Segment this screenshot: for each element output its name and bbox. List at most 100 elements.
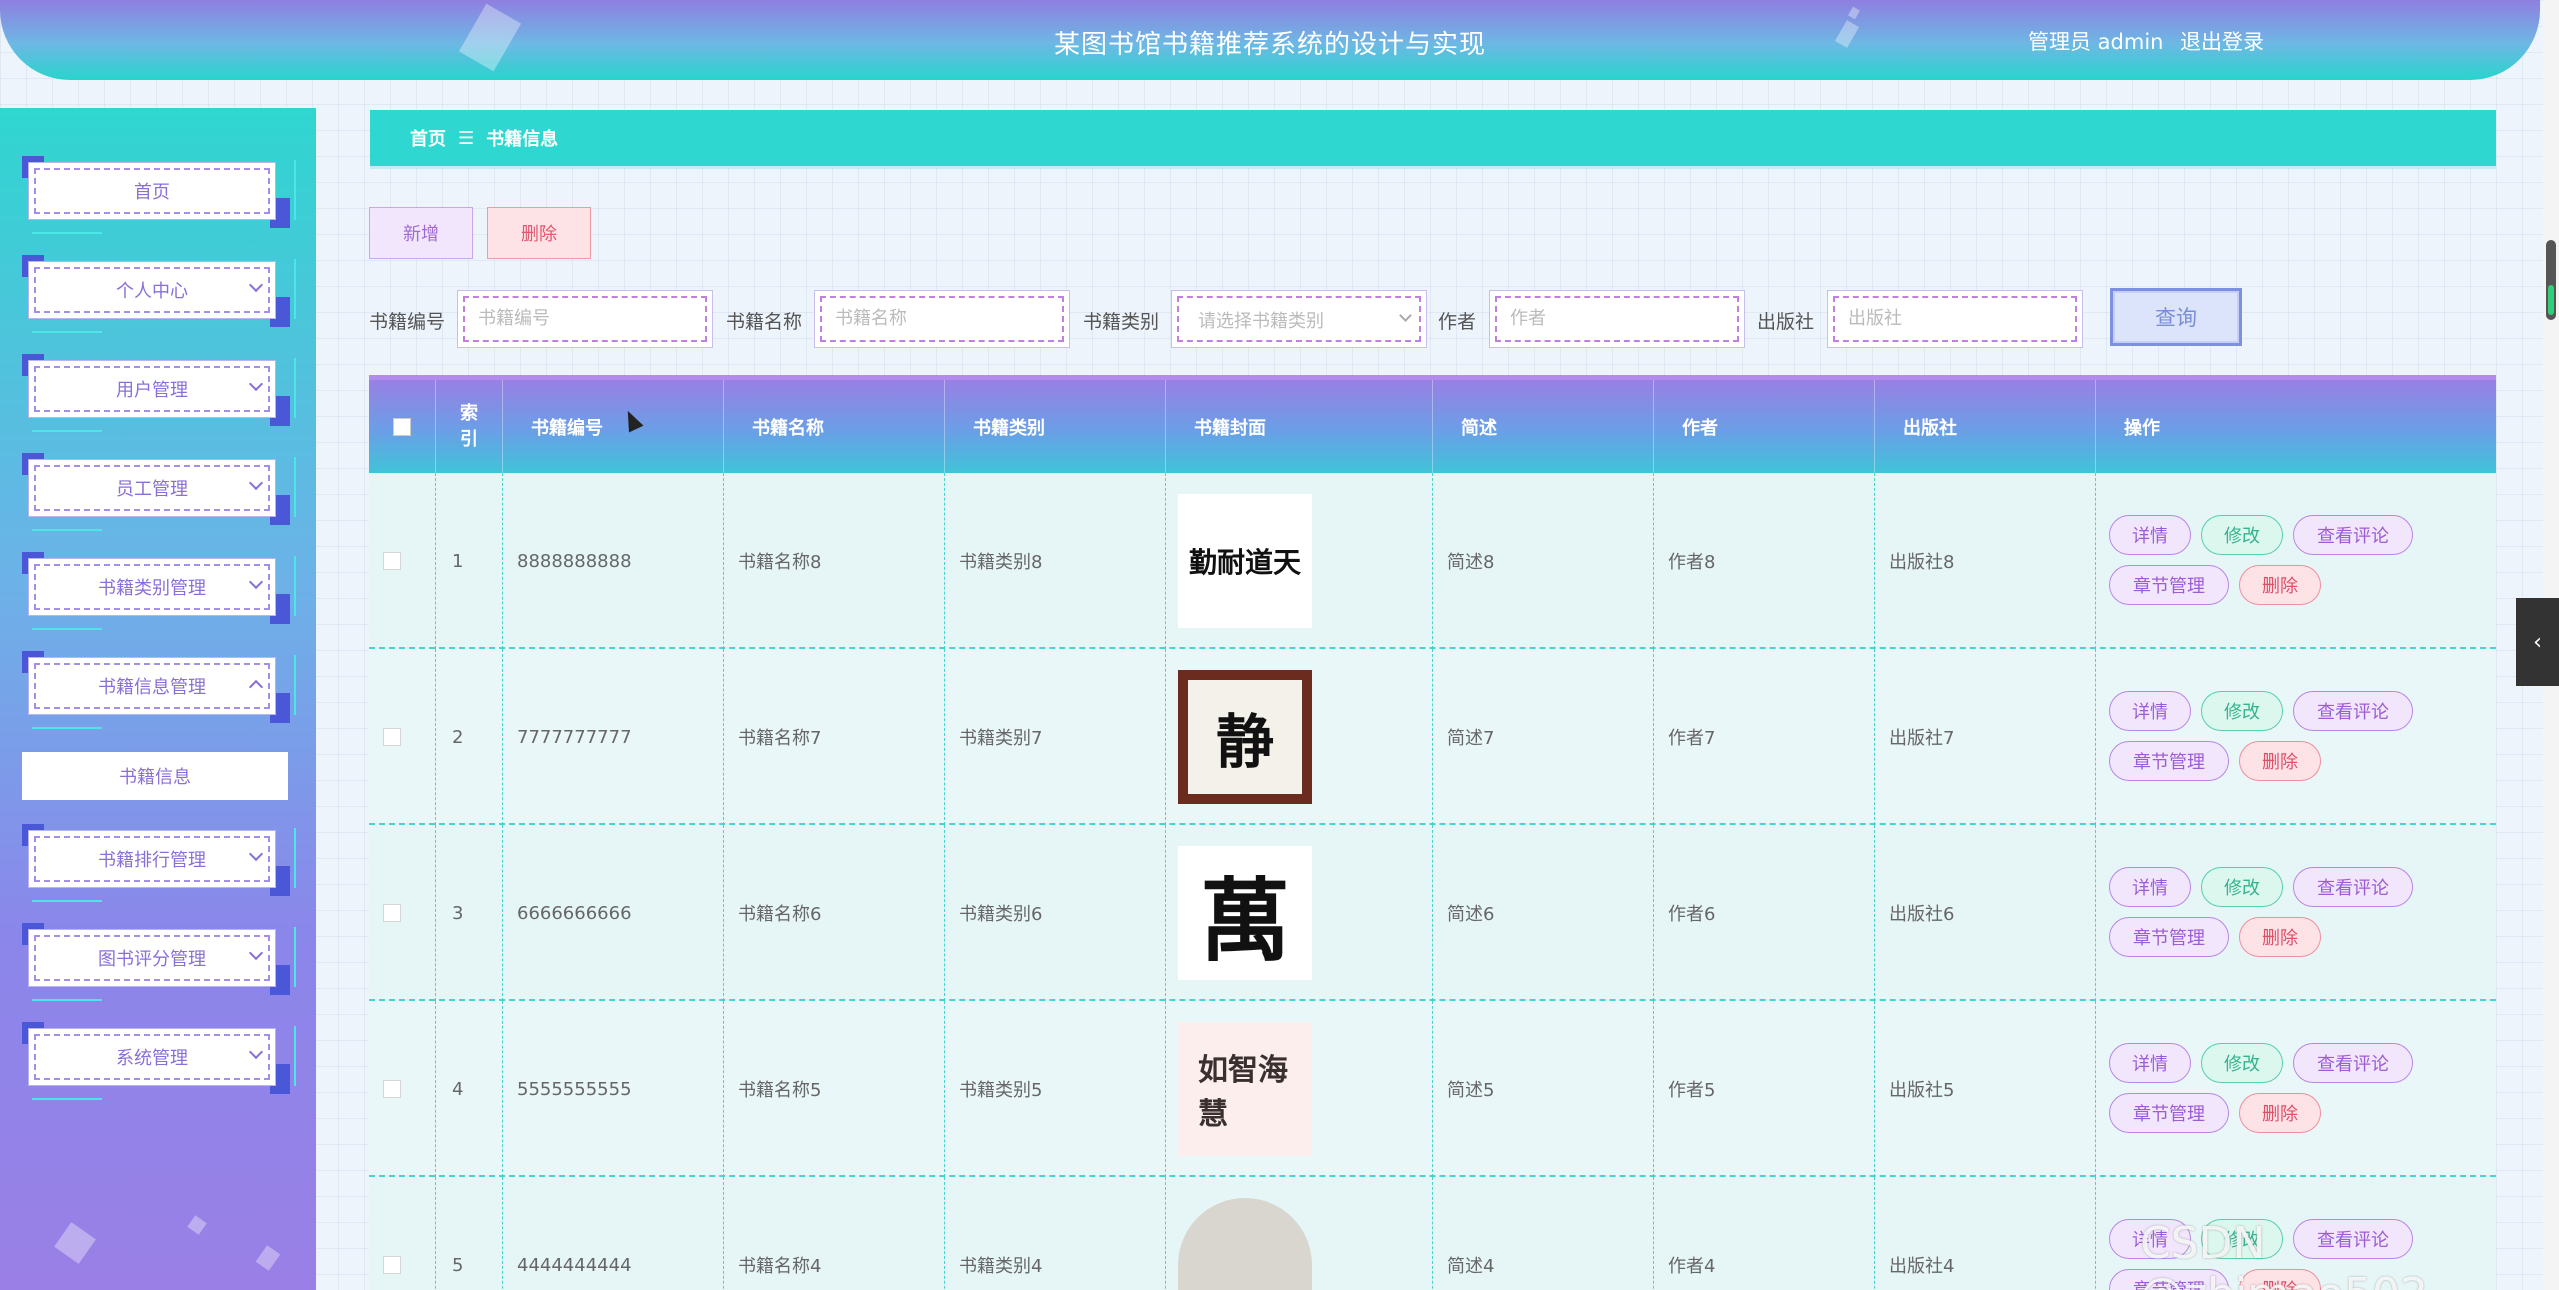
header-index: 索引: [436, 380, 503, 473]
category-select[interactable]: 请选择书籍类别: [1171, 290, 1427, 348]
edit-button[interactable]: 修改: [2201, 1043, 2283, 1083]
sidebar-subitem-book-info[interactable]: 书籍信息: [22, 752, 288, 800]
sidebar-item-book-info[interactable]: 书籍信息管理: [22, 651, 296, 729]
sidebar-item-label: 用户管理: [34, 366, 270, 412]
breadcrumb-home[interactable]: 首页: [410, 125, 446, 151]
cell-author: 作者7: [1654, 649, 1875, 825]
side-panel-toggle[interactable]: ‹: [2516, 598, 2559, 686]
sidebar-item-system[interactable]: 系统管理: [22, 1022, 296, 1100]
select-all-checkbox[interactable]: [393, 417, 411, 436]
chapter-manage-button[interactable]: 章节管理: [2109, 565, 2229, 605]
publisher-label: 出版社: [1757, 311, 1815, 333]
cell-book-name: 书籍名称5: [724, 1001, 945, 1177]
book-cover-image[interactable]: 如智海慧: [1178, 1022, 1312, 1156]
book-cover-image[interactable]: 萬: [1178, 846, 1312, 980]
header-decoration: [1848, 6, 1860, 20]
add-button[interactable]: 新增: [369, 207, 473, 259]
category-label: 书籍类别: [1083, 311, 1160, 333]
watermark: CSDN @zhimao502: [2140, 1218, 2428, 1290]
sidebar-item-label: 书籍排行管理: [34, 836, 270, 882]
edit-button[interactable]: 修改: [2201, 867, 2283, 907]
sidebar-item-users[interactable]: 用户管理: [22, 354, 296, 432]
detail-button[interactable]: 详情: [2109, 691, 2191, 731]
sidebar-item-profile[interactable]: 个人中心: [22, 255, 296, 333]
header-category[interactable]: 书籍类别: [945, 380, 1166, 473]
scrollbar-accent: [2548, 285, 2554, 315]
row-select-cell: [369, 825, 436, 1001]
header-summary[interactable]: 简述: [1433, 380, 1654, 473]
sidebar-item-book-ranking[interactable]: 书籍排行管理: [22, 824, 296, 902]
sidebar-item-staff[interactable]: 员工管理: [22, 453, 296, 531]
table-row: 4 5555555555 书籍名称5 书籍类别5 如智海慧 简述5 作者5 出版社5 详情 修改查…: [369, 1001, 2496, 1177]
cover-calligraphy: 静: [1188, 680, 1302, 794]
sidebar-decoration: [255, 1245, 281, 1271]
detail-button[interactable]: 详情: [2109, 867, 2191, 907]
cell-book-name: 书籍名称4: [724, 1177, 945, 1290]
header-author[interactable]: 作者: [1654, 380, 1875, 473]
row-checkbox[interactable]: [383, 1080, 401, 1098]
book-no-label: 书籍编号: [369, 311, 446, 333]
cover-cell: 如智海慧: [1166, 1001, 1433, 1177]
cell-author: 作者6: [1654, 825, 1875, 1001]
header-book-name[interactable]: 书籍名称: [724, 380, 945, 473]
cell-category: 书籍类别7: [945, 649, 1166, 825]
sidebar-item-label: 个人中心: [34, 267, 270, 313]
actions-cell: 详情修改查看评论章节管理删除: [2096, 473, 2496, 649]
batch-delete-button[interactable]: 删除: [487, 207, 591, 259]
book-name-input[interactable]: [835, 301, 1035, 335]
book-name-label: 书籍名称: [726, 311, 803, 333]
sidebar-item-book-categories[interactable]: 书籍类别管理: [22, 552, 296, 630]
delete-button[interactable]: 删除: [2239, 917, 2321, 957]
book-no-input[interactable]: [478, 301, 678, 335]
publisher-input[interactable]: [1848, 301, 2048, 335]
chevron-left-icon: ‹: [2533, 629, 2542, 655]
row-checkbox[interactable]: [383, 1256, 401, 1274]
delete-button[interactable]: 删除: [2239, 1093, 2321, 1133]
header-publisher[interactable]: 出版社: [1875, 380, 2096, 473]
sidebar-item-home[interactable]: 首页: [22, 156, 296, 234]
header-actions: 操作: [2124, 417, 2160, 439]
cell-index: 1: [436, 473, 503, 649]
table-row: 2 7777777777 书籍名称7 书籍类别7 静简述7 作者7 出版社7 详情 修改 查看评论…: [369, 649, 2496, 825]
cell-summary: 简述5: [1433, 1001, 1654, 1177]
view-comments-button[interactable]: 查看评论: [2293, 867, 2413, 907]
edit-button[interactable]: 修改: [2201, 691, 2283, 731]
view-comments-button[interactable]: 查看评论: [2293, 515, 2413, 555]
chapter-manage-button[interactable]: 章节管理: [2109, 741, 2229, 781]
cover-cell: [1166, 1177, 1433, 1290]
chapter-manage-button[interactable]: 章节管理: [2109, 1093, 2229, 1133]
row-checkbox[interactable]: [383, 552, 401, 570]
detail-button[interactable]: 详情: [2109, 515, 2191, 555]
row-checkbox[interactable]: [383, 728, 401, 746]
actions-cell: 详情修改查看评论章节管理删除: [2096, 1001, 2496, 1177]
view-comments-button[interactable]: 查看评论: [2293, 691, 2413, 731]
edit-button[interactable]: 修改: [2201, 515, 2283, 555]
logout-link[interactable]: 退出登录: [2180, 26, 2264, 56]
cover-cell: 静: [1166, 649, 1433, 825]
table-row: 3 6666666666 书籍名称6 书籍类别6 萬简述6 作者6 出版社6 详情 修改 查看评论…: [369, 825, 2496, 1001]
row-checkbox[interactable]: [383, 904, 401, 922]
book-cover-image[interactable]: 静: [1178, 670, 1312, 804]
chapter-manage-button[interactable]: 章节管理: [2109, 917, 2229, 957]
row-select-cell: [369, 1177, 436, 1290]
book-cover-image[interactable]: 勤耐道天: [1178, 494, 1312, 628]
book-cover-image[interactable]: [1178, 1198, 1312, 1290]
author-input[interactable]: [1510, 301, 1710, 335]
cell-index: 5: [436, 1177, 503, 1290]
cover-cell: 萬: [1166, 825, 1433, 1001]
view-comments-button[interactable]: 查看评论: [2293, 1043, 2413, 1083]
author-label: 作者: [1438, 311, 1477, 333]
detail-button[interactable]: 详情: [2109, 1043, 2191, 1083]
query-button[interactable]: 查询: [2110, 288, 2242, 346]
sidebar-item-label: 首页: [34, 168, 270, 214]
header-book-no[interactable]: 书籍编号: [503, 380, 724, 473]
sidebar-item-label: 图书评分管理: [34, 935, 270, 981]
cover-calligraphy: 勤耐道天: [1188, 546, 1301, 579]
cell-category: 书籍类别5: [945, 1001, 1166, 1177]
delete-button[interactable]: 删除: [2239, 565, 2321, 605]
sidebar-item-book-rating[interactable]: 图书评分管理: [22, 923, 296, 1001]
delete-button[interactable]: 删除: [2239, 741, 2321, 781]
category-select-placeholder: 请选择书籍类别: [1198, 311, 1324, 332]
cell-author: 作者5: [1654, 1001, 1875, 1177]
cover-calligraphy: 萬: [1200, 868, 1290, 974]
